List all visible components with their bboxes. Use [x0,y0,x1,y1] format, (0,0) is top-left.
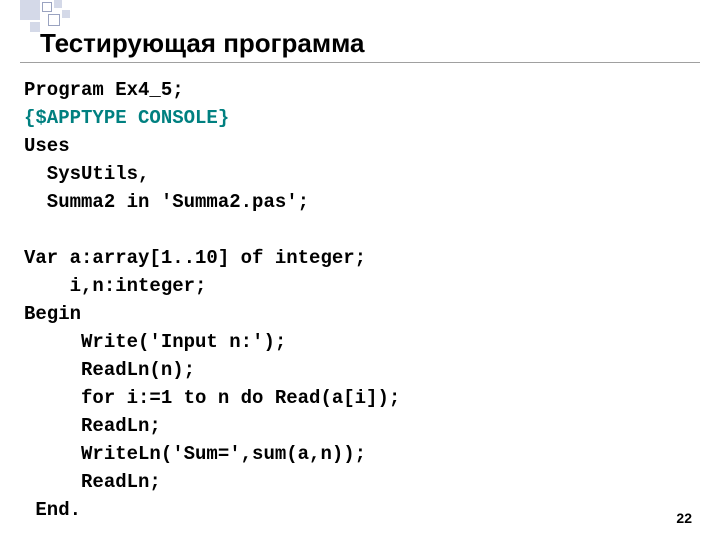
code-line: for i:=1 to n do Read(a[i]); [24,387,400,409]
code-line: ReadLn; [24,471,161,493]
code-line: Var a:array[1..10] of integer; [24,247,366,269]
slide-title: Тестирующая программа [40,28,364,59]
code-line-directive: {$APPTYPE CONSOLE} [24,107,229,129]
page-number: 22 [676,510,692,526]
code-line: Program Ex4_5; [24,79,184,101]
code-line: WriteLn('Sum=',sum(a,n)); [24,443,366,465]
code-line: SysUtils, [24,163,149,185]
code-line: End. [24,499,81,521]
code-line: Summa2 in 'Summa2.pas'; [24,191,309,213]
code-line: Begin [24,303,81,325]
code-line: ReadLn; [24,415,161,437]
code-line: Write('Input n:'); [24,331,286,353]
code-line: i,n:integer; [24,275,206,297]
code-line: ReadLn(n); [24,359,195,381]
code-block: Program Ex4_5; {$APPTYPE CONSOLE} Uses S… [24,76,400,524]
title-underline [20,62,700,63]
code-line: Uses [24,135,70,157]
